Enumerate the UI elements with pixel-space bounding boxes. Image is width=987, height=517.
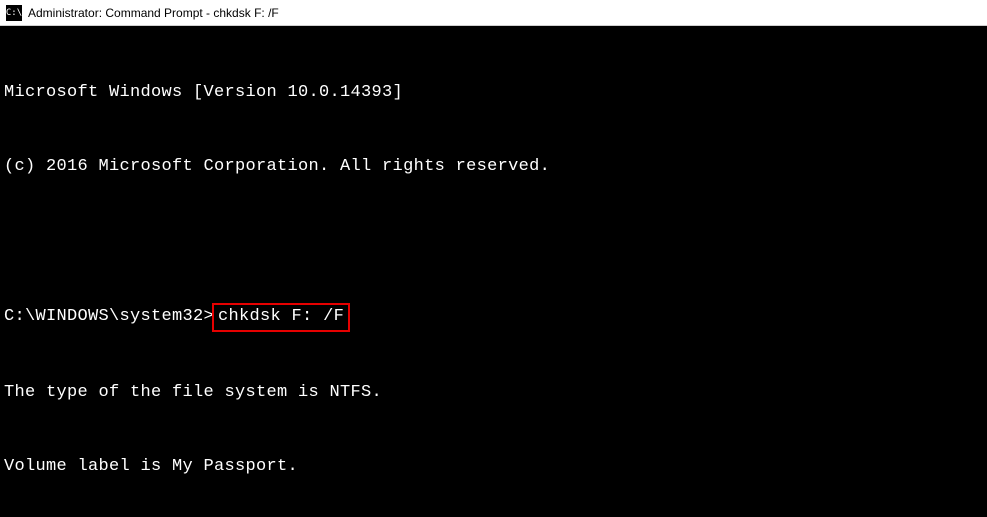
titlebar[interactable]: C:\ Administrator: Command Prompt - chkd…	[0, 0, 987, 26]
command-highlight: chkdsk F: /F	[212, 303, 350, 332]
filesystem-type-line: The type of the file system is NTFS.	[4, 381, 983, 406]
command-prompt-window: C:\ Administrator: Command Prompt - chkd…	[0, 0, 987, 517]
window-title: Administrator: Command Prompt - chkdsk F…	[28, 6, 279, 20]
os-version-line: Microsoft Windows [Version 10.0.14393]	[4, 81, 983, 106]
blank-line	[4, 229, 983, 254]
terminal-output[interactable]: Microsoft Windows [Version 10.0.14393] (…	[0, 26, 987, 517]
copyright-line: (c) 2016 Microsoft Corporation. All righ…	[4, 155, 983, 180]
command-prompt-icon: C:\	[6, 5, 22, 21]
prompt-path: C:\WINDOWS\system32>	[4, 305, 214, 330]
command-prompt-line: C:\WINDOWS\system32>chkdsk F: /F	[4, 303, 983, 332]
volume-label-line: Volume label is My Passport.	[4, 455, 983, 480]
